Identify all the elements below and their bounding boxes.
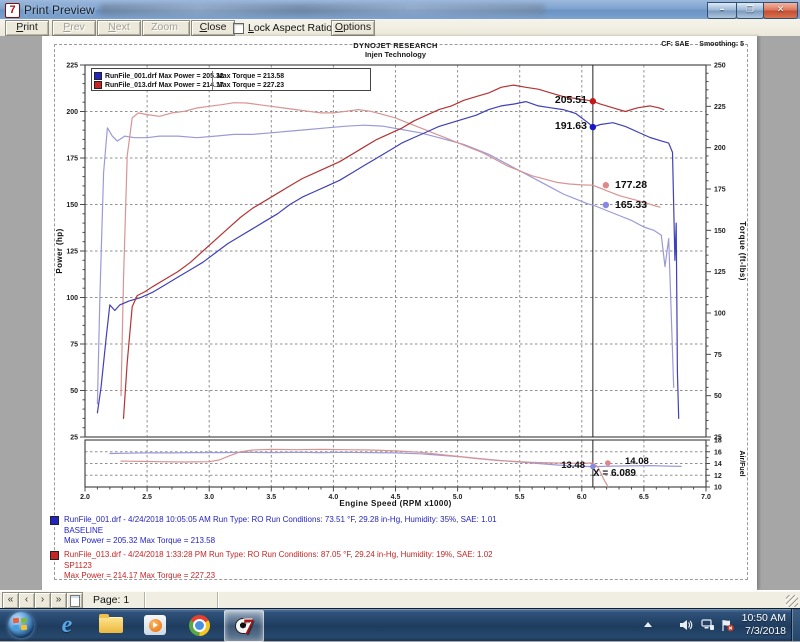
hidden-icons-arrow[interactable] xyxy=(640,618,656,632)
legend-swatch-blue xyxy=(94,72,102,80)
page-icon xyxy=(70,595,80,607)
close-preview-button[interactable]: Close xyxy=(191,20,235,36)
page-navigation-bar: « ‹ › » Page: 1 xyxy=(0,590,800,609)
print-preview-toolbar: Print Prev Next Zoom Out Close Lock Aspe… xyxy=(0,19,800,37)
svg-text:Engine Speed (RPM x1000): Engine Speed (RPM x1000) xyxy=(339,499,451,508)
svg-text:4.0: 4.0 xyxy=(329,494,339,501)
svg-text:150: 150 xyxy=(714,228,726,235)
svg-text:5.0: 5.0 xyxy=(453,494,463,501)
page-number-label: Page: 1 xyxy=(93,594,129,606)
taskbar-clock[interactable]: 10:50 AM 7/3/2018 xyxy=(728,612,786,638)
media-player-icon[interactable] xyxy=(136,610,174,640)
app-icon: 7 xyxy=(5,3,20,18)
run-swatch-red xyxy=(50,551,59,560)
lock-aspect-ratio-label[interactable]: Lock Aspect Ratio xyxy=(248,22,332,34)
svg-text:14: 14 xyxy=(714,461,722,468)
redacted-document-path xyxy=(100,4,545,15)
preview-area: DYNOJET RESEARCH Injen Technology CF: SA… xyxy=(0,36,800,590)
svg-text:12: 12 xyxy=(714,473,722,480)
chart-legend: RunFile_001.drf Max Power = 205.32 Max T… xyxy=(91,68,371,91)
title-bar: 7 Print Preview – ❐ ✕ xyxy=(0,0,800,20)
svg-text:175: 175 xyxy=(714,187,726,194)
svg-text:50: 50 xyxy=(70,388,78,395)
cursor-readout-torque-red: 177.28 xyxy=(615,179,647,191)
prev-page-button[interactable]: Prev xyxy=(52,20,96,36)
start-button[interactable] xyxy=(8,612,34,638)
windows-taskbar: e 7 10:50 AM 7/3/2018 xyxy=(0,608,800,641)
svg-text:50: 50 xyxy=(714,393,722,400)
print-page: DYNOJET RESEARCH Injen Technology CF: SA… xyxy=(42,36,757,590)
svg-text:250: 250 xyxy=(714,63,726,70)
file-explorer-icon[interactable] xyxy=(92,610,130,640)
print-button[interactable]: Print xyxy=(5,20,49,36)
svg-text:5.5: 5.5 xyxy=(515,494,525,501)
svg-text:Power (hp): Power (hp) xyxy=(55,228,64,273)
last-page-button[interactable]: » xyxy=(50,592,67,609)
svg-text:200: 200 xyxy=(714,145,726,152)
svg-text:6.0: 6.0 xyxy=(577,494,587,501)
svg-text:16: 16 xyxy=(714,449,722,456)
legend-row: RunFile_013.drf Max Power = 214.17 Max T… xyxy=(92,80,370,90)
lock-aspect-ratio-checkbox[interactable] xyxy=(233,23,244,34)
svg-text:3.5: 3.5 xyxy=(266,494,276,501)
svg-text:Air/Fuel: Air/Fuel xyxy=(738,450,745,476)
seven-logo: 7 xyxy=(243,614,254,640)
chrome-icon[interactable] xyxy=(180,610,218,640)
cursor-x-label: X = 6.089 xyxy=(540,468,636,479)
next-page-button-nav[interactable]: › xyxy=(34,592,51,609)
previous-page-button[interactable]: ‹ xyxy=(18,592,35,609)
volume-icon[interactable] xyxy=(678,618,694,632)
options-button[interactable]: Options xyxy=(331,20,375,36)
run-swatch-blue xyxy=(50,516,59,525)
svg-text:150: 150 xyxy=(66,202,78,209)
svg-text:200: 200 xyxy=(66,109,78,116)
svg-text:75: 75 xyxy=(70,342,78,349)
svg-text:7.0: 7.0 xyxy=(701,494,711,501)
restore-button[interactable]: ❐ xyxy=(736,2,764,19)
dyno-chart-canvas[interactable]: 225 200 175 150 125 100 75 50 25 250 225 200 175 150 1… xyxy=(42,36,757,589)
svg-text:125: 125 xyxy=(66,249,78,256)
legend-swatch-red xyxy=(94,81,102,89)
resize-grip[interactable] xyxy=(786,595,798,607)
clock-date: 7/3/2018 xyxy=(728,625,786,638)
show-desktop-button[interactable] xyxy=(791,609,800,641)
svg-text:175: 175 xyxy=(66,156,78,163)
network-icon[interactable] xyxy=(700,618,716,632)
window-title: Print Preview xyxy=(24,3,95,17)
svg-text:Torque (ft-lbs): Torque (ft-lbs) xyxy=(738,221,747,281)
svg-text:75: 75 xyxy=(714,352,722,359)
svg-text:18: 18 xyxy=(714,438,722,445)
internet-explorer-icon[interactable]: e xyxy=(48,610,86,640)
minimize-button[interactable]: – xyxy=(707,2,737,19)
next-page-button[interactable]: Next xyxy=(97,20,141,36)
svg-text:10: 10 xyxy=(714,485,722,492)
svg-text:2.0: 2.0 xyxy=(80,494,90,501)
cursor-readout-af-red: 14.08 xyxy=(625,456,649,467)
cursor-readout-power-red: 205.51 xyxy=(531,94,587,106)
cursor-readout-torque-blue: 165.33 xyxy=(615,199,647,211)
svg-text:225: 225 xyxy=(714,104,726,111)
svg-text:2.5: 2.5 xyxy=(142,494,152,501)
zoom-out-button[interactable]: Zoom Out xyxy=(142,20,190,36)
goto-page-button[interactable] xyxy=(66,592,83,609)
svg-text:225: 225 xyxy=(66,63,78,70)
svg-text:6.5: 6.5 xyxy=(639,494,649,501)
cursor-readout-power-blue: 191.63 xyxy=(531,120,587,132)
winpep7-active-app-icon[interactable]: 7 xyxy=(224,610,264,642)
svg-text:3.0: 3.0 xyxy=(204,494,214,501)
svg-text:100: 100 xyxy=(714,311,726,318)
clock-time: 10:50 AM xyxy=(728,612,786,625)
svg-text:25: 25 xyxy=(70,435,78,442)
close-window-button[interactable]: ✕ xyxy=(763,2,798,19)
svg-text:100: 100 xyxy=(66,295,78,302)
svg-text:125: 125 xyxy=(714,269,726,276)
first-page-button[interactable]: « xyxy=(2,592,19,609)
